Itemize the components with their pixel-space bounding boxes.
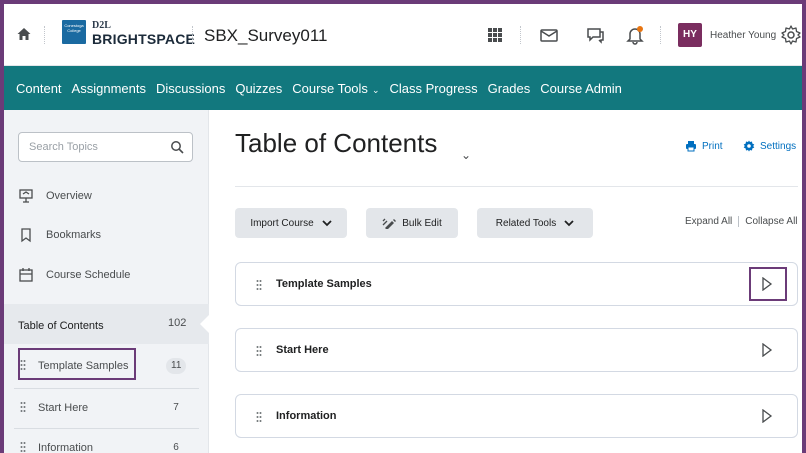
module-card-title: Start Here [276,344,329,356]
notification-bell-icon[interactable] [624,24,646,46]
sidebar-link-label: Bookmarks [46,229,102,241]
search-input[interactable] [19,133,159,161]
nav-grades-label: Grades [487,80,531,96]
nav-course-admin[interactable]: Course Admin [540,81,622,96]
module-count-badge: 6 [173,442,179,453]
related-tools-label: Related Tools [495,217,557,229]
nav-discussions[interactable]: Discussions [156,81,225,96]
nav-course-admin-label: Course Admin [540,80,622,96]
module-card-title: Information [276,410,337,422]
separator [660,26,661,44]
sidebar: Overview Bookmarks Course Schedule Table… [4,110,210,453]
module-label: Information [38,442,94,453]
search-box [18,132,193,162]
module-card-title: Template Samples [276,278,372,290]
sidebar-link-label: Course Schedule [46,269,131,281]
nav-assignments-label: Assignments [71,80,146,96]
course-navbar: Content Assignments Discussions Quizzes … [4,66,802,110]
drag-handle-icon[interactable] [256,279,262,291]
minibar: Conestoga College D2L BRIGHTSPACE SBX_Su… [4,4,802,66]
chevron-down-icon [322,219,332,226]
toc-count: 102 [168,317,187,329]
import-course-button[interactable]: Import Course [235,208,347,238]
expand-arrow-icon[interactable] [761,343,773,357]
separator [520,26,521,44]
module-card-information[interactable]: Information [235,394,798,438]
nav-grades[interactable]: Grades [488,81,531,96]
sidebar-link-bookmarks[interactable]: Bookmarks [18,227,101,243]
drag-handle-icon[interactable] [256,345,262,357]
college-logo-text: Conestoga College [64,23,84,33]
home-icon[interactable] [16,26,32,42]
print-link[interactable]: Print [685,140,723,152]
toc-label: Table of Contents [18,320,104,332]
import-course-label: Import Course [250,217,314,229]
nav-assignments[interactable]: Assignments [72,81,146,96]
nav-discussions-label: Discussions [155,80,226,96]
nav-course-tools-label: Course Tools [292,80,368,96]
sidebar-link-label: Overview [46,190,92,202]
sidebar-link-course-schedule[interactable]: Course Schedule [18,267,130,283]
app-window: Conestoga College D2L BRIGHTSPACE SBX_Su… [4,4,802,453]
bulk-edit-label: Bulk Edit [402,217,442,229]
gear-icon[interactable] [780,24,802,46]
search-icon[interactable] [170,140,184,154]
college-logo[interactable]: Conestoga College [62,20,86,44]
module-count-badge: 11 [166,358,187,374]
expand-arrow-icon[interactable] [761,409,773,423]
drag-handle-icon[interactable] [20,441,26,453]
separator [44,26,45,44]
notification-dot [637,26,643,32]
nav-course-tools[interactable]: Course Tools ⌄ [292,81,379,96]
settings-label: Settings [760,140,797,152]
module-label: Start Here [38,402,89,414]
main-content: Table of Contents ⌄ Print Settings Impor… [209,110,802,453]
nav-content[interactable]: Content [16,81,62,96]
nav-content-label: Content [16,80,62,96]
page-title: Table of Contents [235,128,438,158]
nav-class-progress[interactable]: Class Progress [389,81,477,96]
bulk-edit-icon [382,218,397,229]
drag-handle-icon[interactable] [20,401,26,413]
drag-handle-icon[interactable] [256,411,262,423]
course-selector-grid-icon[interactable] [484,24,506,46]
bookmark-icon [21,228,31,243]
sidebar-link-overview[interactable]: Overview [18,188,92,204]
subscription-alerts-icon[interactable] [584,24,606,46]
bulk-edit-button[interactable]: Bulk Edit [366,208,458,238]
module-card-start-here[interactable]: Start Here [235,328,798,372]
nav-quizzes-label: Quizzes [235,80,283,96]
nav-class-progress-label: Class Progress [389,80,478,96]
expand-collapse-links: Expand All Collapse All [685,216,798,227]
print-label: Print [702,140,723,152]
calendar-icon [19,268,33,282]
course-title[interactable]: SBX_Survey011 [204,26,327,46]
sidebar-module-information[interactable]: Information 6 [4,428,209,453]
printer-icon [686,141,696,152]
highlight-box [749,267,787,301]
nav-quizzes[interactable]: Quizzes [235,81,282,96]
chevron-down-icon [564,219,574,226]
separator [192,26,193,44]
expand-all-link[interactable]: Expand All [685,216,732,227]
d2l-logo-text[interactable]: D2L [92,20,111,31]
divider [738,216,740,227]
module-count-badge: 7 [173,402,179,413]
highlight-box [18,348,136,380]
avatar[interactable]: HY [678,23,702,47]
overview-icon [19,189,33,203]
collapse-all-link[interactable]: Collapse All [745,216,797,227]
settings-gear-icon [743,140,755,152]
brightspace-logo-text[interactable]: BRIGHTSPACE [92,31,195,47]
user-name[interactable]: Heather Young [710,30,776,41]
related-tools-button[interactable]: Related Tools [477,208,593,238]
settings-link[interactable]: Settings [743,140,796,152]
divider [235,186,798,187]
chevron-down-icon: ⌄ [371,84,380,95]
module-card-template-samples[interactable]: Template Samples [235,262,798,306]
message-alerts-icon[interactable] [538,24,560,46]
sidebar-module-start-here[interactable]: Start Here 7 [4,388,209,428]
sidebar-item-table-of-contents[interactable]: Table of Contents 102 [4,304,209,344]
title-dropdown-chevron-icon[interactable]: ⌄ [461,148,471,162]
